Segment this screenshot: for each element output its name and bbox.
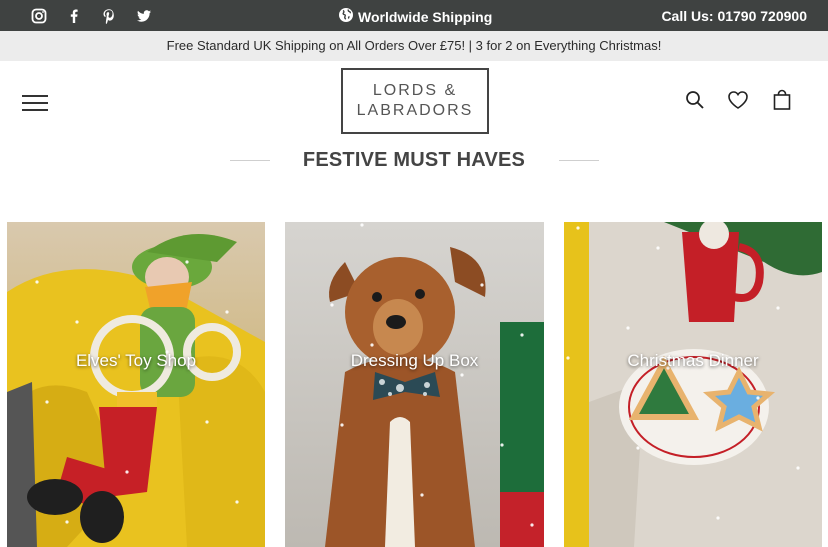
pinterest-icon[interactable] — [100, 7, 118, 25]
twitter-icon[interactable] — [135, 7, 153, 25]
snowflake-dot — [45, 400, 49, 404]
tile-label: Elves' Toy Shop — [75, 351, 197, 370]
tile-dressing-up-box[interactable]: Dressing Up Box — [285, 222, 544, 547]
promo-text: Free Standard UK Shipping on All Orders … — [166, 38, 662, 53]
logo-line-1: LORDS & — [372, 82, 458, 99]
phone-number[interactable]: Call Us: 01790 720900 — [661, 8, 807, 24]
snowflake-dot — [500, 443, 504, 447]
instagram-icon[interactable] — [30, 7, 48, 25]
category-tiles: Elves' Toy Shop Dressing Up Box Christma… — [0, 222, 828, 547]
top-bar: Worldwide Shipping Call Us: 01790 720900 — [0, 0, 828, 31]
snowflake-dot — [35, 280, 39, 284]
tile-label: Dressing Up Box — [350, 351, 479, 370]
snowflake-dot — [480, 283, 484, 287]
globe-icon — [338, 7, 354, 26]
tile-elves-toy-shop[interactable]: Elves' Toy Shop — [7, 222, 265, 547]
social-links — [30, 7, 153, 25]
shipping-label: Worldwide Shipping — [358, 8, 493, 25]
snowflake-dot — [360, 223, 364, 227]
snowflake-dot — [626, 326, 630, 330]
snowflake-dot — [656, 246, 660, 250]
snowflake-dot — [235, 500, 239, 504]
heart-icon[interactable] — [727, 89, 749, 111]
section-title: FESTIVE MUST HAVES — [302, 149, 526, 171]
tile-label: Christmas Dinner — [627, 351, 759, 370]
search-icon[interactable] — [684, 89, 706, 111]
worldwide-shipping[interactable]: Worldwide Shipping — [338, 7, 492, 26]
snowflake-dot — [460, 373, 464, 377]
snowflake-dot — [65, 520, 69, 524]
tile-christmas-dinner[interactable]: Christmas Dinner — [564, 222, 822, 547]
snowflake-dot — [796, 466, 800, 470]
site-header: LORDS & LABRADORS — [0, 61, 828, 141]
snowflake-dot — [370, 343, 374, 347]
snowflake-dot — [776, 306, 780, 310]
section-heading: FESTIVE MUST HAVES — [0, 146, 828, 176]
christmas-dinner-image — [564, 222, 822, 547]
heading-divider-right — [559, 160, 599, 161]
logo-line-2: LABRADORS — [356, 102, 474, 119]
snowflake-dot — [576, 226, 580, 230]
snowflake-dot — [205, 420, 209, 424]
snowflake-dot — [125, 470, 129, 474]
snowflake-dot — [340, 423, 344, 427]
snowflake-dot — [185, 260, 189, 264]
snowflake-dot — [636, 446, 640, 450]
site-logo[interactable]: LORDS & LABRADORS — [341, 68, 489, 134]
snowflake-dot — [520, 333, 524, 337]
snowflake-dot — [225, 310, 229, 314]
elf-toy-image — [7, 222, 265, 547]
bag-icon[interactable] — [771, 89, 793, 111]
dog-bowtie-image — [285, 222, 544, 547]
snowflake-dot — [330, 303, 334, 307]
snowflake-dot — [75, 320, 79, 324]
promo-banner[interactable]: Free Standard UK Shipping on All Orders … — [0, 31, 828, 61]
menu-icon[interactable] — [22, 95, 48, 111]
facebook-icon[interactable] — [65, 7, 83, 25]
snowflake-dot — [420, 493, 424, 497]
snowflake-dot — [756, 396, 760, 400]
snowflake-dot — [716, 516, 720, 520]
snowflake-dot — [530, 523, 534, 527]
